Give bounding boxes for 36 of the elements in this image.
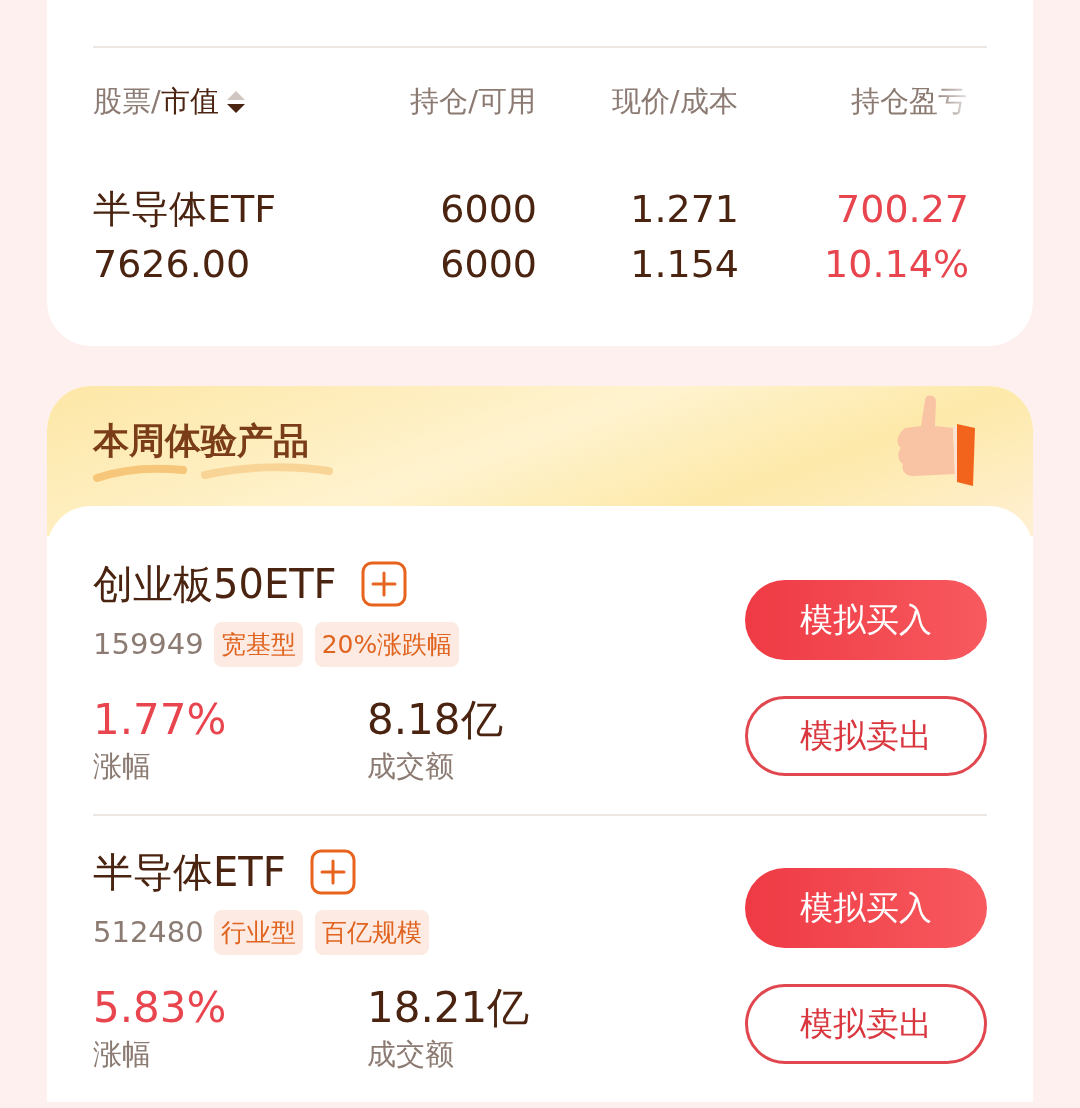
product-name: 创业板50ETF [93,559,337,609]
change-label: 涨幅 [93,748,152,785]
profit-value: 700.27 [836,186,969,233]
change-value: 5.83% [93,982,228,1034]
column-header: 股票/ [93,83,161,120]
product-code: 512480 [93,915,204,949]
product-name: 半导体ETF [93,847,286,897]
column-header: 持仓盈亏 [851,83,967,120]
stock-name: 半导体ETF [93,186,278,233]
column-header: 现价/成本 [611,83,738,120]
cost-value: 1.154 [630,241,739,288]
change-value: 1.77% [93,694,228,746]
change-label: 涨幅 [93,1036,152,1073]
turnover-value: 8.18亿 [367,694,503,746]
tag: 宽基型 [213,621,303,667]
tag: 行业型 [213,909,303,955]
market-value: 7626.00 [93,241,252,288]
turnover-value: 18.21亿 [367,982,530,1034]
price-value: 1.271 [630,186,739,233]
buy-button[interactable]: 模拟买入 [745,868,987,948]
turnover-label: 成交额 [367,748,455,785]
turnover-label: 成交额 [367,1036,455,1073]
position-value: 6000 [440,186,537,233]
buy-button[interactable]: 模拟买入 [745,580,987,660]
sell-button[interactable]: 模拟卖出 [745,696,987,776]
section-title: 本周体验产品 [93,422,309,460]
add-icon[interactable] [360,561,407,607]
column-header: 持仓/可用 [410,83,536,120]
sort-column-header[interactable]: 市值 [160,82,219,122]
tag: 20%涨跌幅 [314,621,460,667]
sell-button[interactable]: 模拟卖出 [745,984,987,1064]
tag: 百亿规模 [314,909,429,955]
profit-percent: 10.14% [824,241,969,288]
product-code: 159949 [93,627,204,661]
add-icon[interactable] [309,849,356,895]
available-value: 6000 [440,241,537,288]
